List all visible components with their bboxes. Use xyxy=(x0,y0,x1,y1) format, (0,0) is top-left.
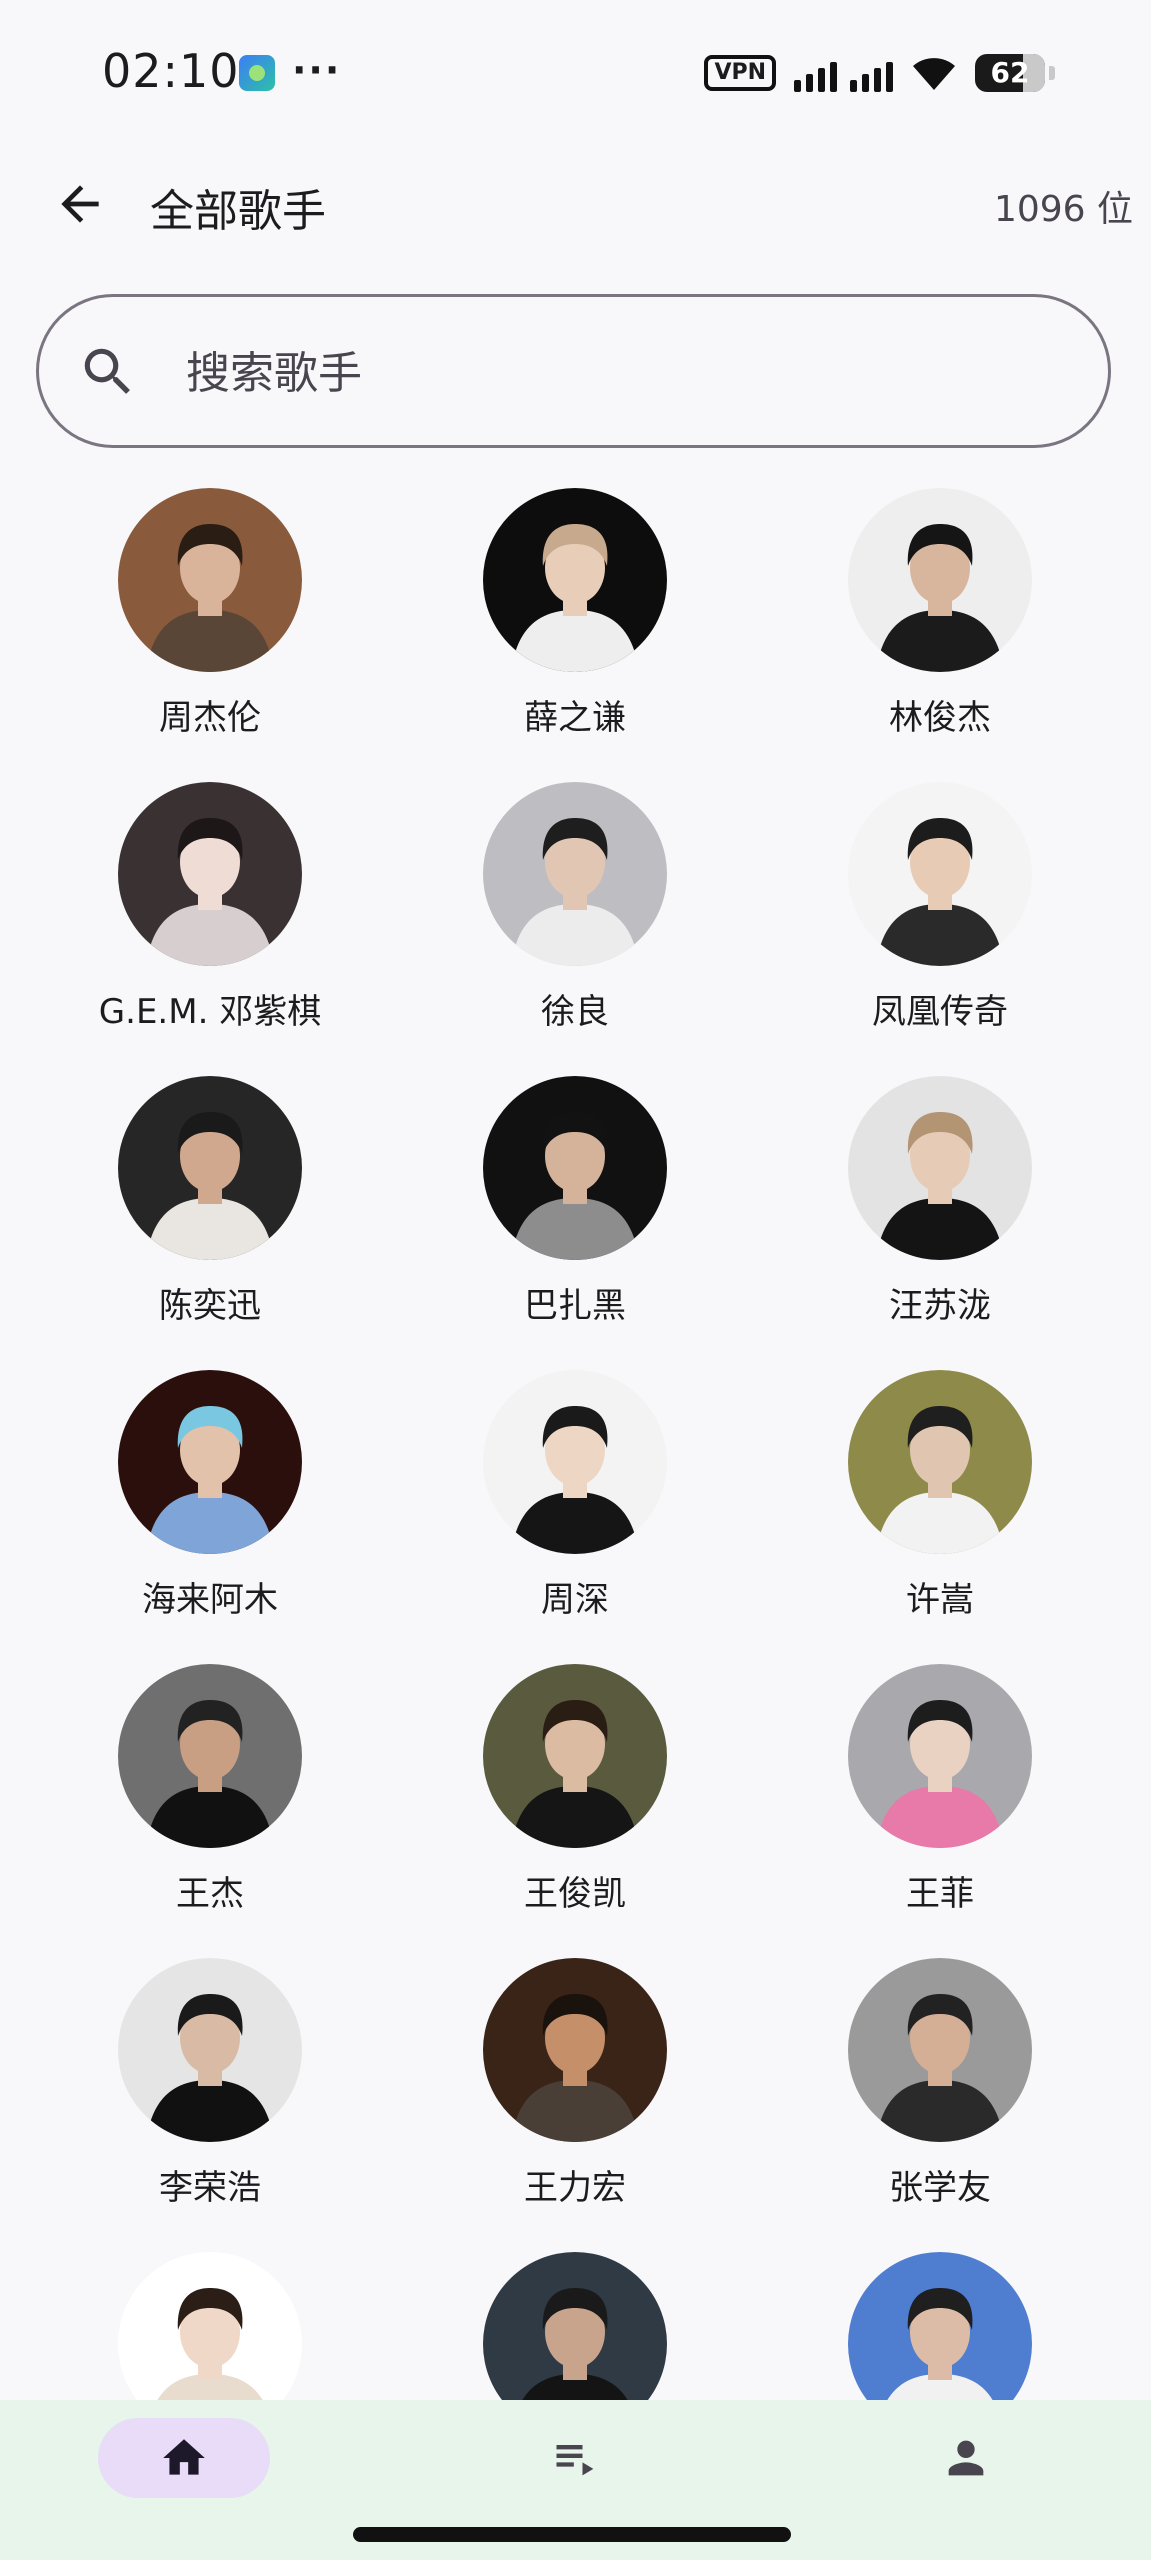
status-time: 02:10 xyxy=(102,44,240,98)
home-icon xyxy=(163,2439,205,2475)
artist-avatar xyxy=(483,2252,667,2400)
app-bar: 全部歌手 1096 位 xyxy=(0,150,1151,255)
artist-card[interactable]: 汪苏泷 xyxy=(760,1076,1120,1356)
artist-card[interactable]: 王菲 xyxy=(760,1664,1120,1944)
artist-avatar xyxy=(848,488,1032,672)
artist-avatar xyxy=(848,1076,1032,1260)
person-icon xyxy=(948,2440,984,2476)
artist-avatar xyxy=(848,2252,1032,2400)
artist-avatar xyxy=(118,488,302,672)
page-title: 全部歌手 xyxy=(150,186,326,237)
arrow-back-icon xyxy=(61,185,99,223)
artist-name: 海来阿木 xyxy=(142,1580,278,1620)
home-indicator xyxy=(353,2527,791,2542)
status-bar: 02:10 ··· VPN 62 xyxy=(0,0,1151,150)
more-notifications-icon: ··· xyxy=(292,48,342,92)
status-indicators: VPN 62 xyxy=(704,50,1055,96)
battery-icon: 62 xyxy=(975,54,1045,92)
artist-name: 周杰伦 xyxy=(159,698,261,738)
artist-avatar xyxy=(118,782,302,966)
artist-avatar xyxy=(483,1664,667,1848)
artist-avatar xyxy=(848,1958,1032,2142)
artist-name: G.E.M. 邓紫棋 xyxy=(98,992,322,1032)
artist-card[interactable]: 王俊凯 xyxy=(395,1664,755,1944)
artist-card[interactable]: 徐良 xyxy=(395,782,755,1062)
artist-avatar xyxy=(483,1370,667,1554)
artist-name: 汪苏泷 xyxy=(889,1286,991,1326)
back-button[interactable] xyxy=(48,172,112,236)
artist-card[interactable]: 陈奕迅 xyxy=(30,1076,390,1356)
artist-card[interactable]: 巴扎黑 xyxy=(395,1076,755,1356)
vpn-icon: VPN xyxy=(704,55,776,91)
artist-card[interactable]: 林俊杰 xyxy=(760,488,1120,768)
nav-home[interactable] xyxy=(98,2418,270,2498)
artist-name: 林俊杰 xyxy=(889,698,991,738)
artist-count: 1096 位 xyxy=(993,189,1133,230)
artist-avatar xyxy=(848,782,1032,966)
artist-card[interactable]: 王杰 xyxy=(30,1664,390,1944)
artist-name: 周深 xyxy=(541,1580,609,1620)
artist-name: 王杰 xyxy=(176,1874,244,1914)
artist-name: 王菲 xyxy=(906,1874,974,1914)
artist-name: 巴扎黑 xyxy=(524,1286,626,1326)
artist-card[interactable]: 许嵩 xyxy=(760,1370,1120,1650)
artist-name: 王俊凯 xyxy=(524,1874,626,1914)
artist-card[interactable]: 海来阿木 xyxy=(30,1370,390,1650)
artist-name: 张学友 xyxy=(889,2168,991,2208)
search-bar[interactable] xyxy=(36,294,1111,448)
playlist-play-icon xyxy=(556,2445,594,2476)
battery-tip xyxy=(1049,66,1055,80)
signal-icon xyxy=(794,54,893,92)
artist-name: 许嵩 xyxy=(906,1580,974,1620)
artist-name: 凤凰传奇 xyxy=(872,992,1008,1032)
artist-card[interactable]: 周深 xyxy=(395,1370,755,1650)
artist-name: 薛之谦 xyxy=(524,698,626,738)
wifi-icon xyxy=(913,58,955,90)
artist-avatar xyxy=(483,1958,667,2142)
artist-card[interactable]: 薛之谦 xyxy=(395,488,755,768)
artist-avatar xyxy=(118,1370,302,1554)
artist-name: 王力宏 xyxy=(524,2168,626,2208)
artist-grid: 周杰伦 薛之谦 林俊杰 G.E.M. 邓紫棋 徐良 凤凰传奇陈奕迅 巴扎黑 汪苏泷海来阿木 周深… xyxy=(0,488,1151,2400)
artist-name: 陈奕迅 xyxy=(159,1286,261,1326)
artist-card[interactable]: 周杰伦 xyxy=(30,488,390,768)
artist-name: 李荣浩 xyxy=(159,2168,261,2208)
artist-avatar xyxy=(118,2252,302,2400)
artist-card[interactable] xyxy=(30,2252,390,2400)
artist-avatar xyxy=(118,1664,302,1848)
artist-card[interactable]: 凤凰传奇 xyxy=(760,782,1120,1062)
artist-avatar xyxy=(118,1958,302,2142)
artist-avatar xyxy=(848,1664,1032,1848)
artist-avatar xyxy=(848,1370,1032,1554)
artist-name: 徐良 xyxy=(541,992,609,1032)
battery-level: 62 xyxy=(990,56,1030,89)
search-input[interactable] xyxy=(184,337,1068,409)
artist-card[interactable]: 李荣浩 xyxy=(30,1958,390,2238)
artist-avatar xyxy=(483,782,667,966)
nav-profile[interactable] xyxy=(920,2418,1012,2498)
artist-avatar xyxy=(483,488,667,672)
nav-playlist[interactable] xyxy=(530,2418,622,2498)
artist-card[interactable]: 王力宏 xyxy=(395,1958,755,2238)
search-icon xyxy=(84,348,130,394)
artist-avatar xyxy=(483,1076,667,1260)
gallery-app-icon xyxy=(239,55,275,91)
artist-card[interactable]: 张学友 xyxy=(760,1958,1120,2238)
artist-card[interactable]: G.E.M. 邓紫棋 xyxy=(30,782,390,1062)
artist-card[interactable] xyxy=(760,2252,1120,2400)
artist-avatar xyxy=(118,1076,302,1260)
artist-card[interactable] xyxy=(395,2252,755,2400)
